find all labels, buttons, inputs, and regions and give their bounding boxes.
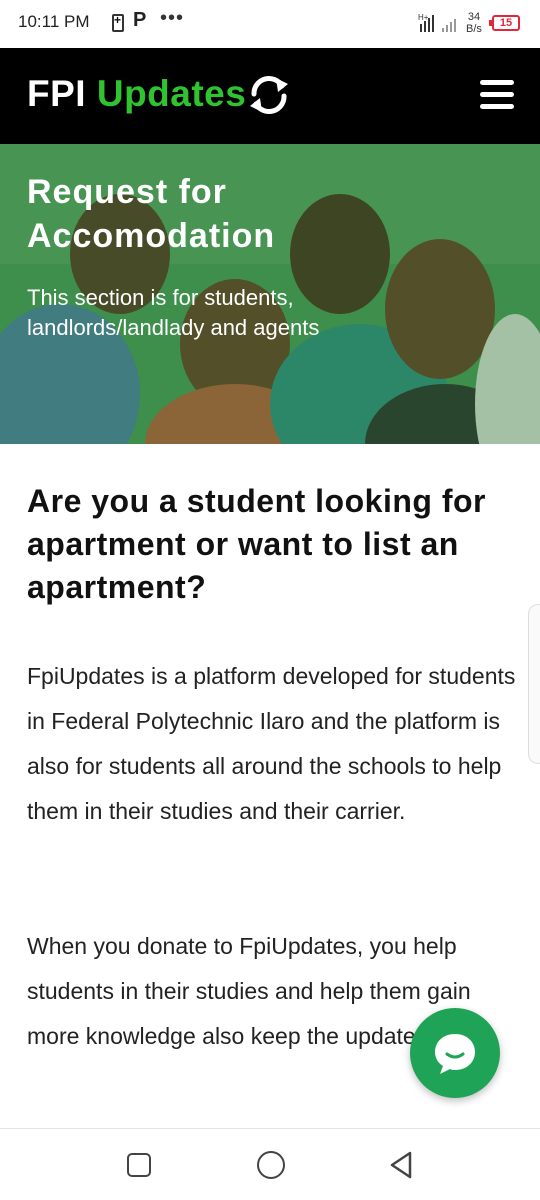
status-time: 10:11 PM: [18, 12, 90, 31]
more-notifications-icon: •••: [160, 7, 185, 29]
status-bar: 10:11 PM P ••• H+ 34 B/s 15: [0, 0, 540, 48]
network-speed-value: 34: [467, 11, 481, 23]
svg-text:H+: H+: [418, 13, 429, 22]
sync-icon: [250, 75, 288, 115]
back-icon[interactable]: [386, 1149, 416, 1181]
network-speed: 34 B/s: [466, 11, 482, 35]
intro-paragraph: FpiUpdates is a platform developed for s…: [27, 663, 516, 824]
home-icon[interactable]: [257, 1151, 285, 1179]
parking-app-icon: P: [133, 9, 147, 31]
signal-icon: H+: [418, 13, 456, 32]
hero-subtitle: This section is for students, landlords/…: [27, 285, 320, 340]
hero-banner: Request for Accomodation This section is…: [0, 144, 540, 444]
chat-bubble-icon: [435, 1034, 475, 1074]
recent-apps-icon[interactable]: [127, 1153, 151, 1177]
network-speed-unit: B/s: [466, 23, 482, 35]
logo-text-updates: Updates: [96, 73, 247, 114]
chat-button[interactable]: [410, 1008, 500, 1098]
battery-indicator: 15: [489, 15, 520, 31]
site-logo[interactable]: FPI Updates: [27, 73, 246, 115]
site-header: FPI Updates: [0, 48, 540, 144]
hero-title: Request for Accomodation: [27, 173, 276, 255]
section-heading: Are you a student looking for apartment …: [27, 483, 486, 605]
hamburger-menu-icon[interactable]: [480, 80, 514, 110]
side-edge-tab[interactable]: [528, 604, 540, 764]
system-nav-bar: [0, 1128, 540, 1200]
battery-saver-icon: [112, 13, 124, 32]
logo-text-fpi: FPI: [27, 73, 87, 114]
